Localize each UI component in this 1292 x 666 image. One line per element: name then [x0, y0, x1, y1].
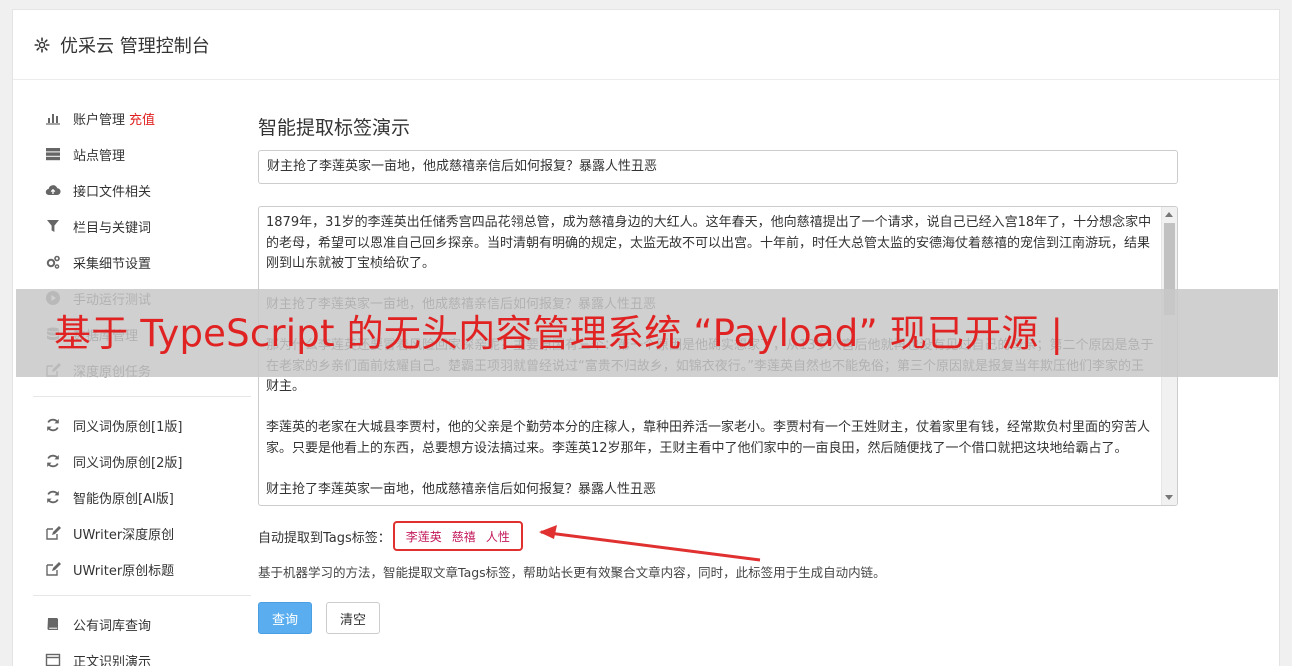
- sidebar-item-label: UWriter原创标题: [73, 563, 175, 579]
- sidebar-divider: [33, 396, 251, 397]
- gear-icon: [34, 36, 50, 53]
- sidebar-item[interactable]: 采集细节设置: [33, 244, 251, 280]
- sidebar-item[interactable]: 接口文件相关: [33, 172, 251, 208]
- tags-label: 自动提取到Tags标签：: [258, 530, 391, 546]
- sidebar-item-label: 公有词库查询: [73, 618, 152, 634]
- tag-item[interactable]: 慈禧: [452, 528, 476, 545]
- edit-icon: [45, 561, 61, 577]
- sidebar-item[interactable]: 同义词伪原创[1版]: [33, 407, 251, 443]
- sidebar-item-label: 同义词伪原创[2版]: [73, 455, 183, 471]
- sidebar-item-label: 栏目与关键词: [73, 220, 152, 236]
- refresh-icon: [45, 489, 61, 505]
- sidebar-item[interactable]: 栏目与关键词: [33, 208, 251, 244]
- refresh-icon: [45, 417, 61, 433]
- bar-chart-icon: [45, 110, 61, 126]
- description-text: 基于机器学习的方法，智能提取文章Tags标签，帮助站长更有效聚合文章内容，同时，…: [258, 565, 886, 580]
- section-heading: 智能提取标签演示: [258, 117, 411, 139]
- banner-text: 基于 TypeScript 的无头内容管理系统 “Payload” 现已开源 |: [54, 312, 1064, 355]
- sidebar-item[interactable]: 站点管理: [33, 136, 251, 172]
- tag-item[interactable]: 人性: [486, 528, 510, 545]
- sidebar-item[interactable]: 公有词库查询: [33, 606, 251, 642]
- sidebar-item[interactable]: 正文识别演示: [33, 642, 251, 666]
- sidebar-item-label: 采集细节设置: [73, 256, 152, 272]
- tag-item[interactable]: 李莲英: [406, 528, 442, 545]
- filter-icon: [45, 218, 61, 234]
- banner-overlay: 基于 TypeScript 的无头内容管理系统 “Payload” 现已开源 |: [16, 289, 1278, 377]
- sidebar-item[interactable]: UWriter深度原创: [33, 515, 251, 551]
- scroll-down-icon[interactable]: [1165, 495, 1173, 500]
- clear-button[interactable]: 清空: [326, 602, 380, 634]
- sidebar-item-label: 站点管理: [73, 148, 126, 164]
- sidebar-item-label: 接口文件相关: [73, 184, 152, 200]
- tags-row: 自动提取到Tags标签： 李莲英 慈禧 人性: [258, 521, 523, 551]
- page-title: 优采云 管理控制台: [60, 35, 210, 57]
- recharge-link[interactable]: 充值: [129, 109, 155, 128]
- window-icon: [45, 652, 61, 666]
- sidebar-divider: [33, 595, 251, 596]
- server-icon: [45, 146, 61, 162]
- sidebar: 账户管理充值站点管理接口文件相关栏目与关键词采集细节设置手动运行测试数据库管理深…: [33, 100, 251, 666]
- panel-header: 优采云 管理控制台: [13, 10, 1279, 80]
- sidebar-item[interactable]: 同义词伪原创[2版]: [33, 443, 251, 479]
- main-content: 智能提取标签演示 财主抢了李莲英家一亩地，他成慈禧亲信后如何报复？暴露人性丑恶 …: [258, 110, 1178, 634]
- refresh-icon: [45, 453, 61, 469]
- sidebar-item-label: 同义词伪原创[1版]: [73, 419, 183, 435]
- sidebar-item-label: 正文识别演示: [73, 654, 152, 666]
- annotation-arrow: [539, 525, 761, 562]
- sidebar-item-label: 账户管理: [73, 112, 126, 128]
- sidebar-item[interactable]: 账户管理 充值: [33, 100, 251, 136]
- sidebar-item-label: 智能伪原创[AI版]: [73, 491, 174, 507]
- tags-highlight-box: 李莲英 慈禧 人性: [392, 521, 523, 551]
- edit-icon: [45, 525, 61, 541]
- sidebar-item[interactable]: 智能伪原创[AI版]: [33, 479, 251, 515]
- cogs-icon: [45, 254, 61, 270]
- scroll-up-icon[interactable]: [1165, 212, 1173, 217]
- sidebar-item[interactable]: UWriter原创标题: [33, 551, 251, 587]
- sidebar-item-label: UWriter深度原创: [73, 527, 175, 543]
- cloud-upload-icon: [45, 182, 61, 198]
- query-button[interactable]: 查询: [258, 602, 312, 634]
- book-icon: [45, 616, 61, 632]
- title-input[interactable]: 财主抢了李莲英家一亩地，他成慈禧亲信后如何报复？暴露人性丑恶: [258, 150, 1178, 184]
